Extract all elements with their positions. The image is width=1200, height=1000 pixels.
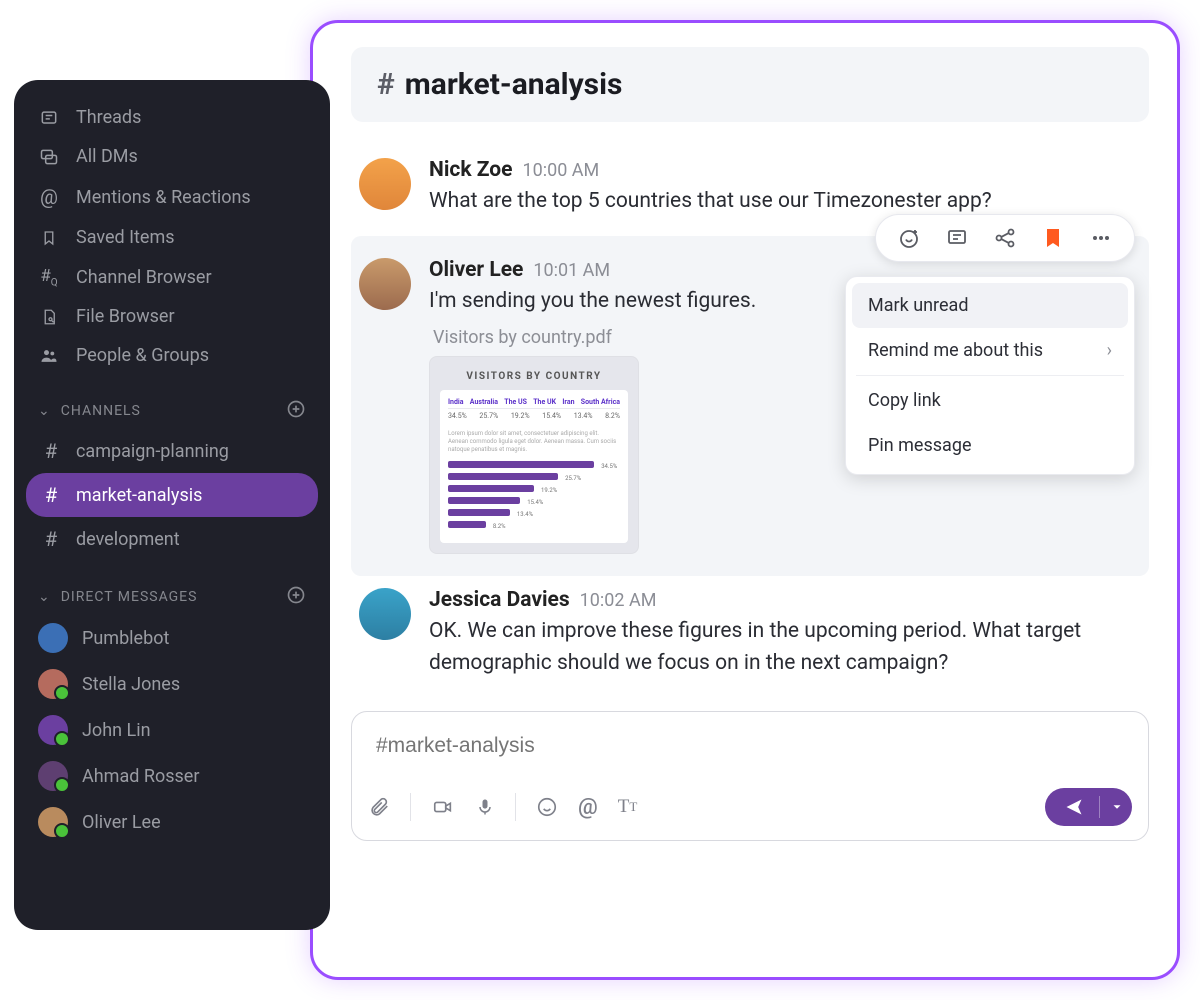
channel-label: campaign-planning [76,441,229,462]
author-name: Oliver Lee [429,258,523,282]
hash-icon: # [40,483,62,507]
sidebar: Threads All DMs @ Mentions & Reactions Saved… [14,80,330,930]
timestamp: 10:01 AM [533,260,610,281]
message-toolbar [875,214,1135,262]
menu-mark-unread[interactable]: Mark unread [852,283,1128,328]
mic-icon[interactable] [475,796,495,818]
nav-mentions-reactions[interactable]: @ Mentions & Reactions [26,176,318,218]
author-name: Jessica Davies [429,588,570,612]
add-channel-icon[interactable] [286,399,306,423]
channel-label: market-analysis [76,485,202,506]
people-icon [38,346,60,366]
channel-label: development [76,529,180,550]
nav-label: Channel Browser [76,267,212,288]
avatar [38,715,68,745]
message: Mark unread Remind me about this › Copy … [351,236,1149,577]
channels-header[interactable]: ⌄ CHANNELS [26,393,318,429]
avatar [38,669,68,699]
hash-icon: # [377,67,395,102]
video-icon[interactable] [431,796,455,818]
menu-remind[interactable]: Remind me about this › [852,328,1128,373]
more-icon[interactable] [1088,225,1114,251]
avatar [359,158,411,210]
nav-threads[interactable]: Threads [26,98,318,137]
mention-icon[interactable]: @ [578,795,598,820]
chat-panel: # market-analysis Nick Zoe 10:00 AM What… [310,20,1180,980]
message-text: OK. We can improve these figures in the … [429,616,1141,679]
chevron-down-icon: ⌄ [38,403,51,419]
attachment-preview: VISITORS BY COUNTRY India Australia The … [429,356,639,554]
avatar [38,761,68,791]
dm-oliver-lee[interactable]: Oliver Lee [26,799,318,845]
hash-icon: # [40,527,62,551]
composer-input[interactable] [352,712,1148,778]
emoji-icon[interactable] [536,796,558,818]
channel-icon: #Q [38,266,60,288]
send-button[interactable] [1045,788,1132,826]
dm-john-lin[interactable]: John Lin [26,707,318,753]
dm-ahmad-rosser[interactable]: Ahmad Rosser [26,753,318,799]
avatar [38,623,68,653]
timestamp: 10:02 AM [580,590,657,611]
nav-label: Threads [76,107,141,128]
dm-name: Oliver Lee [82,812,161,833]
message: Jessica Davies 10:02 AM OK. We can impro… [351,576,1149,697]
nav-people-groups[interactable]: People & Groups [26,336,318,375]
nav-saved-items[interactable]: Saved Items [26,218,318,257]
hash-icon: # [40,439,62,463]
chevron-right-icon: › [1107,340,1112,361]
nav-file-browser[interactable]: File Browser [26,297,318,336]
menu-pin[interactable]: Pin message [852,423,1128,468]
bookmark-icon [38,228,60,248]
nav-channel-browser[interactable]: #Q Channel Browser [26,257,318,297]
file-icon [38,307,60,327]
avatar [359,588,411,640]
composer: @ TT [351,711,1149,841]
mentions-icon: @ [38,185,60,209]
nav-label: All DMs [76,146,138,167]
add-dm-icon[interactable] [286,585,306,609]
dm-pumblebot[interactable]: Pumblebot [26,615,318,661]
channel-development[interactable]: # development [26,517,318,561]
attachment-vals: 34.5% 25.7% 19.2% 15.4% 13.4% 8.2% [448,409,620,426]
attachment-title: VISITORS BY COUNTRY [440,371,628,382]
dm-stella-jones[interactable]: Stella Jones [26,661,318,707]
nav-all-dms[interactable]: All DMs [26,137,318,176]
dms-icon [38,147,60,167]
channel-name: market-analysis [405,67,623,102]
channel-market-analysis[interactable]: # market-analysis [26,473,318,517]
nav-label: File Browser [76,306,175,327]
add-reaction-icon[interactable] [896,225,922,251]
context-menu: Mark unread Remind me about this › Copy … [845,276,1135,475]
attachment-lorem: Lorem ipsum dolor sit amet, consectetuer… [448,430,620,453]
threads-icon [38,108,60,128]
nav-label: Mentions & Reactions [76,187,251,208]
dm-name: Stella Jones [82,674,180,695]
format-icon[interactable]: TT [618,796,638,818]
bookmark-icon[interactable] [1040,225,1066,251]
menu-copy-link[interactable]: Copy link [852,378,1128,423]
nav-label: Saved Items [76,227,175,248]
avatar [359,258,411,310]
attach-icon[interactable] [368,796,390,818]
dms-header[interactable]: ⌄ DIRECT MESSAGES [26,579,318,615]
timestamp: 10:00 AM [522,160,599,181]
dm-name: Ahmad Rosser [82,766,199,787]
nav-label: People & Groups [76,345,209,366]
message-text: What are the top 5 countries that use ou… [429,186,1141,218]
channel-campaign-planning[interactable]: # campaign-planning [26,429,318,473]
avatar [38,807,68,837]
divider [515,793,516,821]
author-name: Nick Zoe [429,158,512,182]
channel-header: # market-analysis [351,47,1149,122]
attachment-cols: India Australia The US The UK Iran South… [448,398,620,409]
share-icon[interactable] [992,225,1018,251]
dm-name: John Lin [82,720,151,741]
dm-name: Pumblebot [82,628,169,649]
menu-divider [856,375,1124,376]
thread-icon[interactable] [944,225,970,251]
chevron-down-icon: ⌄ [38,589,51,605]
divider [410,793,411,821]
